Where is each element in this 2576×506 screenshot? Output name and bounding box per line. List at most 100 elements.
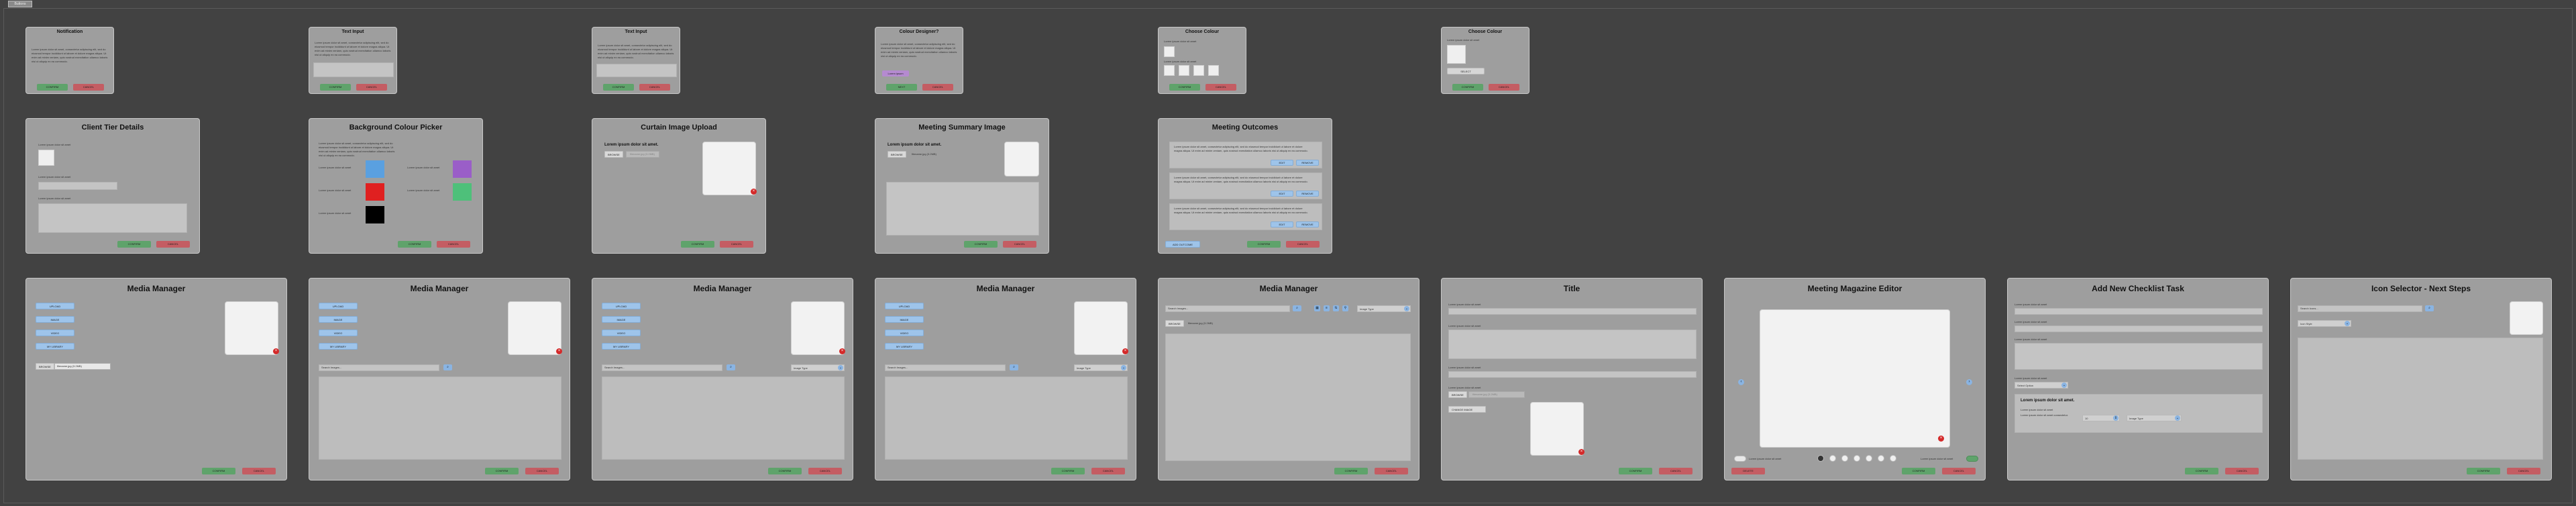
colour-square[interactable]: [1179, 65, 1189, 76]
edit-button[interactable]: EDIT: [1271, 221, 1293, 227]
search-icon[interactable]: ⌕: [2425, 305, 2434, 311]
delete-button[interactable]: DELETE: [1731, 468, 1765, 474]
tab-image[interactable]: IMAGE: [885, 316, 924, 323]
filter-icon[interactable]: ⚲: [1342, 305, 1348, 311]
search-icon[interactable]: ⌕: [443, 364, 452, 370]
cancel-button[interactable]: CANCEL: [1091, 468, 1125, 474]
description-field[interactable]: [1448, 330, 1697, 359]
toggle-switch[interactable]: [1966, 456, 1978, 462]
cancel-button[interactable]: CANCEL: [73, 84, 104, 91]
tier-image[interactable]: [38, 150, 54, 166]
cancel-button[interactable]: CANCEL: [242, 468, 276, 474]
tab-upload[interactable]: UPLOAD: [36, 303, 74, 309]
confirm-button[interactable]: CONFIRM: [603, 84, 634, 91]
cancel-button[interactable]: CANCEL: [1489, 84, 1519, 91]
page-dot-3[interactable]: [1841, 455, 1848, 462]
tier-textarea[interactable]: [38, 203, 187, 233]
edit-button[interactable]: EDIT: [1271, 160, 1293, 166]
task-field[interactable]: [2015, 325, 2263, 332]
page-dot-7[interactable]: [1890, 455, 1896, 462]
tier-field[interactable]: [38, 182, 117, 190]
swatch-green[interactable]: [453, 183, 472, 201]
confirm-button[interactable]: CONFIRM: [2185, 468, 2218, 474]
chevron-right-icon[interactable]: ›: [1966, 379, 1972, 385]
confirm-button[interactable]: CONFIRM: [1619, 468, 1652, 474]
search-icon[interactable]: ⌕: [1010, 364, 1018, 370]
tab-video[interactable]: VIDEO: [885, 330, 924, 336]
tab-image[interactable]: IMAGE: [602, 316, 641, 323]
remove-image-icon[interactable]: ×: [273, 348, 279, 354]
remove-image-icon[interactable]: ×: [839, 348, 845, 354]
option-select[interactable]: Select Option ⌄: [2015, 382, 2068, 389]
cancel-button[interactable]: CANCEL: [720, 241, 753, 248]
tab-image[interactable]: IMAGE: [36, 316, 74, 323]
edit-button[interactable]: EDIT: [1271, 191, 1293, 197]
change-image-button[interactable]: CHANGE IMAGE: [1448, 406, 1486, 413]
browse-button[interactable]: BROWSE: [888, 151, 906, 158]
cancel-button[interactable]: CANCEL: [1659, 468, 1693, 474]
browse-button[interactable]: BROWSE: [604, 151, 623, 158]
confirm-button[interactable]: CONFIRM: [964, 241, 998, 248]
confirm-button[interactable]: CONFIRM: [768, 468, 802, 474]
swatch-red[interactable]: [366, 183, 384, 201]
confirm-button[interactable]: CONFIRM: [398, 241, 431, 248]
tab-my-library[interactable]: MY LIBRARY: [602, 343, 641, 350]
page-dot-6[interactable]: [1878, 455, 1884, 462]
subtitle-field[interactable]: [1448, 371, 1697, 378]
tab-upload[interactable]: UPLOAD: [602, 303, 641, 309]
cancel-button[interactable]: CANCEL: [808, 468, 842, 474]
type-select[interactable]: Image Type ⌄: [2127, 415, 2182, 421]
icon-style-select[interactable]: Icon Style ⌄: [2298, 320, 2351, 327]
cancel-button[interactable]: CANCEL: [1205, 84, 1236, 91]
page-dot-4[interactable]: [1854, 455, 1860, 462]
cancel-button[interactable]: CANCEL: [2507, 468, 2540, 474]
remove-image-icon[interactable]: ×: [1122, 348, 1128, 354]
tab-video[interactable]: VIDEO: [319, 330, 358, 336]
add-outcome-button[interactable]: ADD OUTCOME: [1165, 241, 1200, 248]
tab-video[interactable]: VIDEO: [602, 330, 641, 336]
cancel-button[interactable]: CANCEL: [437, 241, 470, 248]
confirm-button[interactable]: CONFIRM: [37, 84, 68, 91]
tab-my-library[interactable]: MY LIBRARY: [319, 343, 358, 350]
confirm-button[interactable]: CONFIRM: [117, 241, 151, 248]
next-button[interactable]: NEXT: [886, 84, 917, 91]
chevron-left-icon[interactable]: ‹: [1738, 379, 1744, 385]
colour-chip[interactable]: Lorem ipsum: [882, 70, 909, 77]
cancel-button[interactable]: CANCEL: [156, 241, 190, 248]
text-field[interactable]: [596, 64, 677, 77]
toggle-switch[interactable]: [1734, 456, 1746, 462]
file-type-select[interactable]: Image Type ⌄: [1357, 305, 1411, 312]
summary-textarea[interactable]: [886, 182, 1039, 236]
colour-square[interactable]: [1193, 65, 1204, 76]
cancel-button[interactable]: CANCEL: [1003, 241, 1036, 248]
confirm-button[interactable]: CONFIRM: [1169, 84, 1200, 91]
cancel-button[interactable]: CANCEL: [1286, 241, 1320, 248]
cancel-button[interactable]: CANCEL: [356, 84, 387, 91]
file-type-select[interactable]: Image Type ⌄: [791, 364, 845, 371]
confirm-button[interactable]: CONFIRM: [1452, 84, 1483, 91]
cancel-button[interactable]: CANCEL: [1942, 468, 1976, 474]
cancel-button[interactable]: CANCEL: [525, 468, 559, 474]
tab-upload[interactable]: UPLOAD: [319, 303, 358, 309]
quantity-stepper[interactable]: 10 ⇕: [2082, 415, 2120, 421]
search-icon[interactable]: ⌕: [1293, 305, 1301, 311]
confirm-button[interactable]: CONFIRM: [320, 84, 351, 91]
browse-button[interactable]: BROWSE: [1448, 391, 1467, 398]
colour-square[interactable]: [1208, 65, 1219, 76]
tab-my-library[interactable]: MY LIBRARY: [36, 343, 74, 350]
cancel-button[interactable]: CANCEL: [639, 84, 670, 91]
title-field[interactable]: [1448, 308, 1697, 315]
confirm-button[interactable]: CONFIRM: [2467, 468, 2500, 474]
text-field[interactable]: [313, 62, 394, 77]
swatch-blue[interactable]: [366, 160, 384, 178]
remove-button[interactable]: REMOVE: [1296, 191, 1319, 197]
cancel-button[interactable]: CANCEL: [922, 84, 953, 91]
select-button[interactable]: SELECT: [1447, 68, 1485, 74]
search-icon[interactable]: ⌕: [727, 364, 735, 370]
tab-my-library[interactable]: MY LIBRARY: [885, 343, 924, 350]
remove-image-icon[interactable]: ×: [751, 189, 757, 195]
remove-button[interactable]: REMOVE: [1296, 221, 1319, 227]
tab-video[interactable]: VIDEO: [36, 330, 74, 336]
confirm-button[interactable]: CONFIRM: [1051, 468, 1085, 474]
confirm-button[interactable]: CONFIRM: [1247, 241, 1281, 248]
